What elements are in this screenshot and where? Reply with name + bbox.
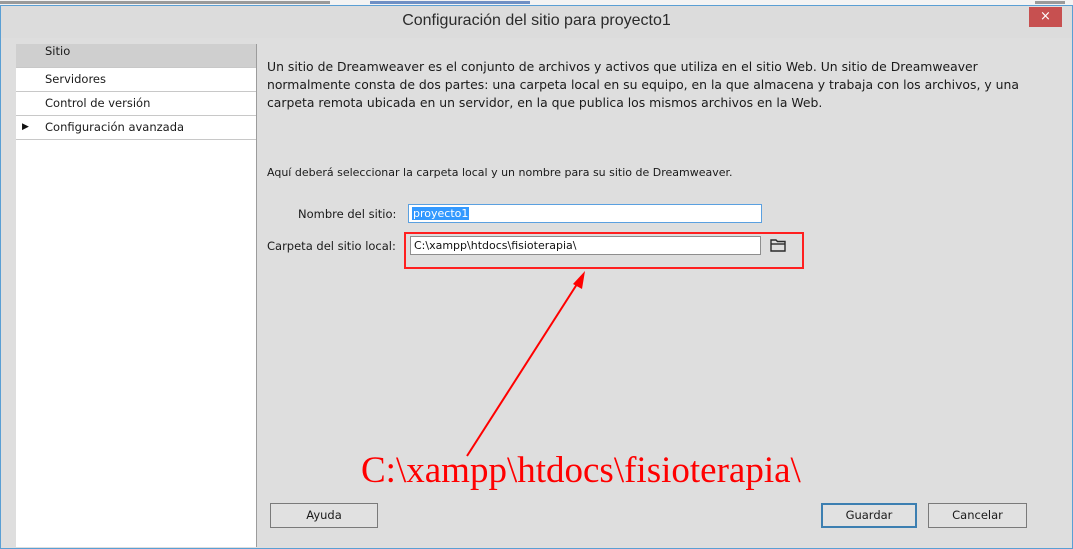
sidebar-item-label: Configuración avanzada (45, 120, 185, 134)
sidebar-item-configuracion-avanzada[interactable]: ▶ Configuración avanzada (16, 116, 256, 140)
category-sidebar: Sitio Servidores Control de versión ▶ Co… (16, 44, 257, 547)
site-name-input[interactable]: proyecto1 (408, 204, 762, 223)
site-setup-dialog: Configuración del sitio para proyecto1 ×… (0, 5, 1073, 549)
close-button[interactable]: × (1029, 7, 1062, 27)
annotation-text: C:\xampp\htdocs\fisioterapia\ (361, 450, 801, 491)
background-link (370, 1, 530, 4)
sidebar-item-label: Control de versión (45, 96, 151, 110)
sidebar-item-servidores[interactable]: Servidores (16, 68, 256, 92)
dialog-titlebar[interactable]: Configuración del sitio para proyecto1 × (1, 6, 1072, 38)
site-name-label: Nombre del sitio: (298, 207, 397, 221)
highlight-box (404, 232, 804, 269)
local-folder-label: Carpeta del sitio local: (267, 239, 396, 253)
background-text (1035, 1, 1065, 4)
sidebar-item-label: Servidores (45, 72, 106, 86)
local-folder-prompt: Aquí deberá seleccionar la carpeta local… (267, 166, 733, 179)
expand-arrow-icon[interactable]: ▶ (22, 116, 29, 139)
dialog-title: Configuración del sitio para proyecto1 (402, 12, 671, 29)
close-icon: × (1040, 9, 1051, 24)
cancel-button[interactable]: Cancelar (928, 503, 1027, 528)
background-text (0, 1, 330, 4)
sidebar-item-label: Sitio (45, 44, 71, 58)
site-settings-panel: Un sitio de Dreamweaver es el conjunto d… (257, 44, 1072, 547)
sidebar-item-sitio[interactable]: Sitio (16, 44, 256, 68)
site-description: Un sitio de Dreamweaver es el conjunto d… (267, 59, 1019, 110)
save-button[interactable]: Guardar (821, 503, 917, 528)
site-name-value: proyecto1 (412, 207, 470, 220)
help-button[interactable]: Ayuda (270, 503, 378, 528)
sidebar-item-control-de-version[interactable]: Control de versión (16, 92, 256, 116)
